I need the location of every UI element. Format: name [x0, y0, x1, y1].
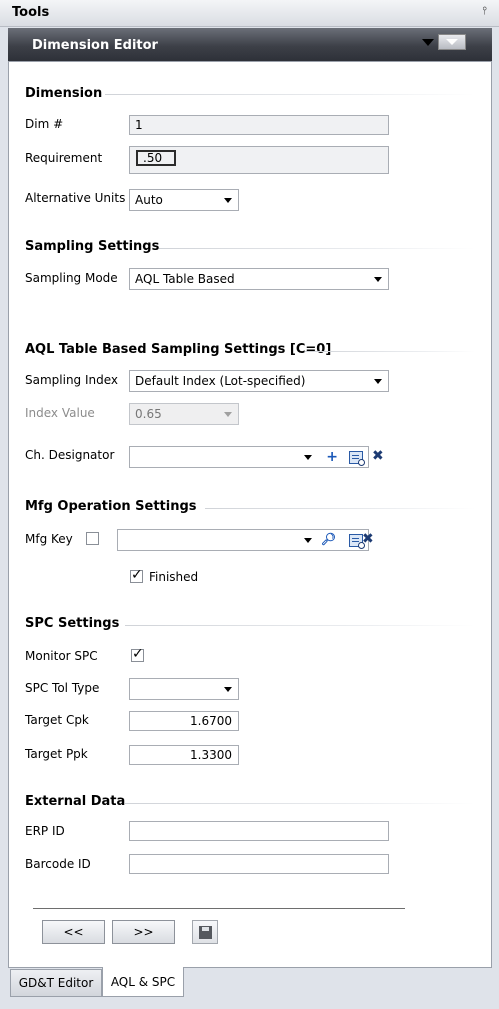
index-value-select: 0.65 — [129, 403, 239, 425]
panel-dropdown-button[interactable] — [438, 34, 466, 50]
index-value-value: 0.65 — [135, 407, 162, 421]
dim-number-field[interactable]: 1 — [129, 115, 389, 135]
section-divider — [305, 351, 475, 352]
sampling-mode-value: AQL Table Based — [135, 272, 235, 286]
ch-designator-select[interactable]: + — [129, 446, 369, 468]
chevron-down-icon — [224, 412, 232, 417]
lookup-icon[interactable] — [349, 451, 365, 466]
index-value-label: Index Value — [25, 406, 95, 420]
previous-button[interactable]: << — [42, 920, 105, 944]
section-dimension: Dimension — [25, 86, 103, 101]
barcode-id-field[interactable] — [129, 854, 389, 874]
mfg-key-checkbox[interactable] — [86, 532, 99, 545]
chevron-down-icon — [304, 455, 312, 460]
tab-gdt-editor[interactable]: GD&T Editor — [10, 969, 102, 997]
next-button[interactable]: >> — [112, 920, 175, 944]
save-button[interactable] — [192, 920, 218, 944]
pin-icon[interactable]: ⫯ — [482, 4, 487, 18]
sampling-index-label: Sampling Index — [25, 373, 119, 387]
sampling-index-value: Default Index (Lot-specified) — [135, 374, 306, 388]
section-divider — [205, 508, 475, 509]
lookup-icon[interactable] — [349, 534, 365, 549]
alt-units-label: Alternative Units — [25, 191, 126, 205]
requirement-label: Requirement — [25, 151, 103, 165]
chevron-down-icon — [374, 277, 382, 282]
monitor-spc-label: Monitor SPC — [25, 649, 98, 663]
section-spc: SPC Settings — [25, 616, 120, 631]
dim-number-label: Dim # — [25, 117, 64, 131]
spc-tol-type-select[interactable] — [129, 678, 239, 700]
chevron-down-icon — [374, 379, 382, 384]
tab-aql-spc[interactable]: AQL & SPC — [102, 967, 184, 997]
clear-icon[interactable]: ✖ — [362, 531, 374, 547]
monitor-spc-checkbox[interactable] — [131, 646, 144, 662]
chevron-down-icon — [304, 538, 312, 543]
footer-divider — [33, 908, 405, 909]
tools-header: Tools ⫯ — [0, 0, 499, 27]
chevron-down-icon — [224, 687, 232, 692]
section-divider — [159, 248, 475, 249]
alt-units-value: Auto — [135, 193, 163, 207]
requirement-value[interactable]: .50 — [136, 150, 176, 166]
target-cpk-field[interactable]: 1.6700 — [129, 711, 239, 731]
target-ppk-field[interactable]: 1.3300 — [129, 745, 239, 765]
section-sampling: Sampling Settings — [25, 239, 160, 254]
ch-designator-label: Ch. Designator — [25, 448, 115, 462]
finished-label: Finished — [149, 570, 199, 584]
spc-tol-type-label: SPC Tol Type — [25, 681, 100, 695]
erp-id-label: ERP ID — [25, 824, 65, 838]
target-ppk-label: Target Ppk — [25, 747, 88, 761]
save-icon — [199, 926, 212, 939]
section-aql: AQL Table Based Sampling Settings [C=0] — [25, 342, 332, 357]
editor-header: Dimension Editor — [8, 28, 492, 61]
barcode-id-label: Barcode ID — [25, 857, 91, 871]
clear-icon[interactable]: ✖ — [372, 448, 384, 464]
sampling-index-select[interactable]: Default Index (Lot-specified) — [129, 370, 389, 392]
section-mfg: Mfg Operation Settings — [25, 499, 197, 514]
tools-title: Tools — [12, 5, 50, 20]
chevron-down-icon[interactable] — [422, 39, 434, 46]
section-divider — [125, 625, 475, 626]
alt-units-select[interactable]: Auto — [129, 189, 239, 211]
editor-title: Dimension Editor — [32, 38, 158, 53]
chevron-down-icon — [224, 198, 232, 203]
mfg-key-label: Mfg Key — [25, 532, 73, 546]
dimension-editor-panel: Dimension Dim # 1 Requirement .50 Altern… — [8, 61, 492, 968]
erp-id-field[interactable] — [129, 821, 389, 841]
target-cpk-label: Target Cpk — [25, 713, 89, 727]
section-external: External Data — [25, 794, 126, 809]
add-icon[interactable]: + — [326, 449, 338, 465]
search-icon[interactable]: 🔎︎ — [321, 532, 336, 546]
sampling-mode-select[interactable]: AQL Table Based — [129, 268, 389, 290]
section-divider — [125, 803, 475, 804]
finished-checkbox[interactable] — [130, 567, 143, 583]
requirement-field[interactable]: .50 — [129, 146, 389, 174]
section-divider — [105, 94, 475, 95]
mfg-key-select[interactable]: 🔎︎ — [117, 529, 369, 551]
sampling-mode-label: Sampling Mode — [25, 271, 118, 285]
